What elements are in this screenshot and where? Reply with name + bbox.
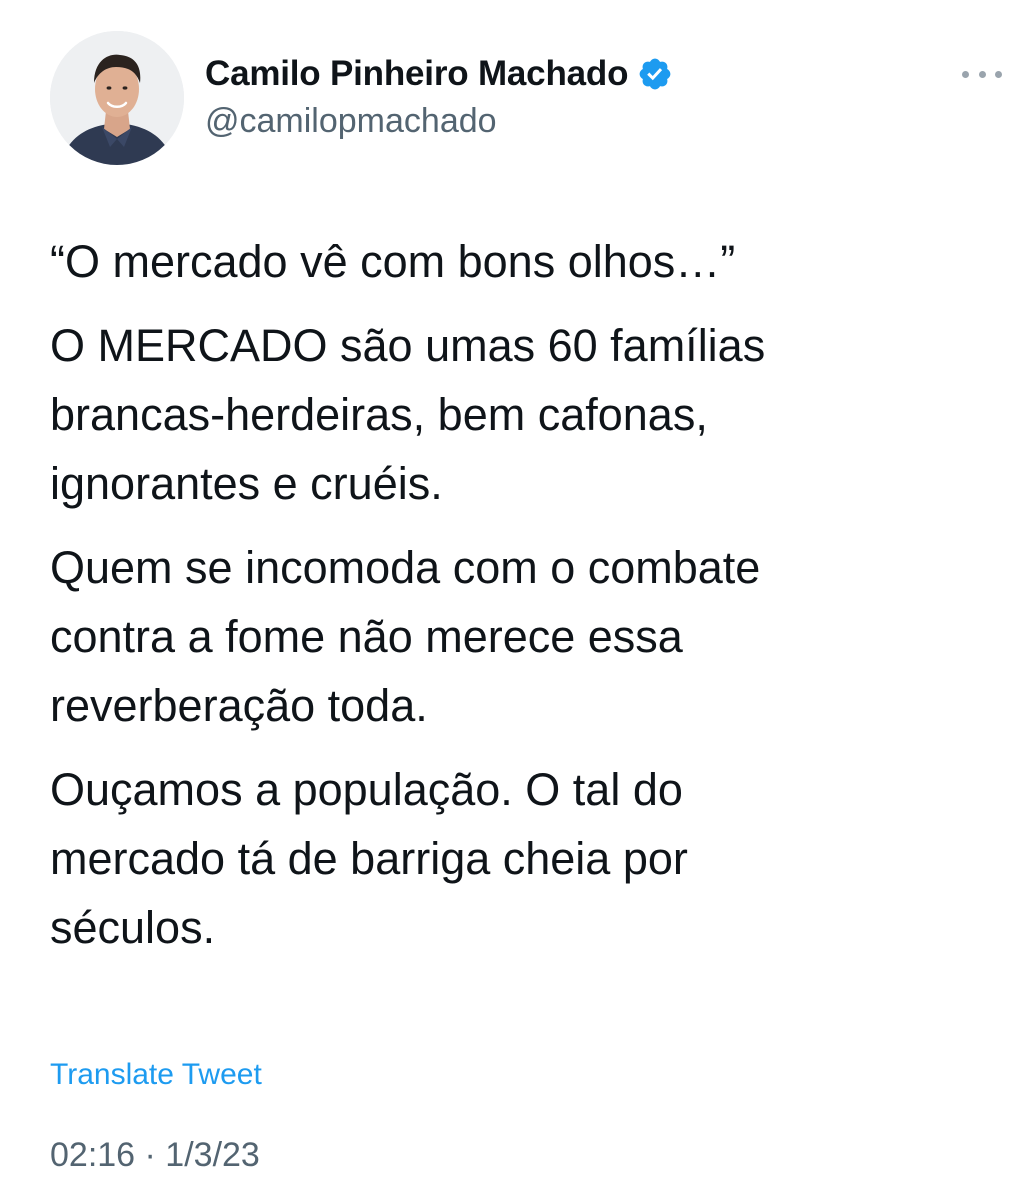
verified-badge-icon — [637, 56, 673, 92]
tweet: Camilo Pinheiro Machado @camilopmachado … — [0, 0, 1023, 1200]
tweet-timestamp[interactable]: 02:16 · 1/3/23 — [50, 1136, 260, 1175]
tweet-text: “O mercado vê com bons olhos…” O MERCADO… — [50, 227, 990, 977]
author-display-name[interactable]: Camilo Pinheiro Machado — [205, 54, 628, 94]
translate-tweet-link[interactable]: Translate Tweet — [50, 1058, 262, 1092]
tweet-paragraph: “O mercado vê com bons olhos…” — [50, 236, 736, 287]
tweet-paragraph: Ouçamos a população. O tal do mercado tá… — [50, 764, 688, 953]
author-name-row: Camilo Pinheiro Machado — [205, 52, 673, 96]
more-dot — [978, 70, 986, 78]
tweet-paragraph: O MERCADO são umas 60 famílias brancas-h… — [50, 320, 766, 509]
more-dot — [962, 70, 969, 78]
author-handle[interactable]: @camilopmachado — [205, 102, 497, 141]
avatar[interactable] — [50, 31, 184, 165]
more-options-icon[interactable] — [962, 62, 1002, 86]
avatar-photo — [50, 31, 184, 165]
tweet-paragraph: Quem se incomoda com o combate contra a … — [50, 542, 761, 731]
more-dot — [995, 70, 1002, 78]
